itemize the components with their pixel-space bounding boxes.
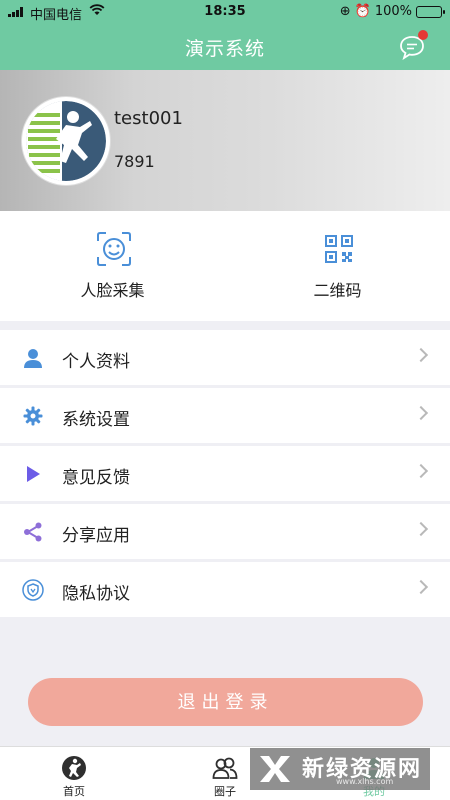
profile-header[interactable]: test001 7891: [0, 70, 450, 211]
menu-item-label: 个人资料: [62, 352, 130, 372]
status-bar: 中国电信 18:35 ⊕ ⏰ 100%: [0, 0, 450, 24]
qr-code-button[interactable]: 二维码: [225, 211, 450, 321]
menu-item-profile[interactable]: 个人资料: [0, 330, 450, 385]
settings-menu: 个人资料 系统设置 意见反馈 分享应用 隐私协议: [0, 330, 450, 620]
quick-actions: 人脸采集 二维码: [0, 211, 450, 321]
avatar[interactable]: [22, 97, 110, 185]
battery-percent: 100%: [374, 4, 412, 19]
nav-bar: 演示系统: [0, 24, 450, 70]
alarm-icon: ⏰: [354, 4, 371, 19]
menu-item-label: 系统设置: [62, 410, 130, 430]
menu-item-privacy[interactable]: 隐私协议: [0, 562, 450, 617]
people-icon: [212, 757, 238, 779]
chevron-right-icon: [413, 463, 429, 479]
share-icon: [24, 522, 42, 542]
face-capture-button[interactable]: 人脸采集: [0, 211, 225, 321]
chevron-right-icon: [413, 521, 429, 537]
notification-dot: [418, 30, 428, 40]
person-icon: [24, 349, 42, 368]
menu-item-feedback[interactable]: 意见反馈: [0, 446, 450, 501]
battery-icon: [416, 5, 445, 18]
qr-code-icon: [325, 235, 353, 263]
chevron-right-icon: [413, 579, 429, 595]
menu-item-settings[interactable]: 系统设置: [0, 388, 450, 443]
play-triangle-icon: [27, 466, 40, 482]
shield-icon: [22, 579, 44, 601]
face-capture-label: 人脸采集: [80, 281, 145, 300]
watermark-url: www.xlhs.com: [336, 777, 394, 786]
tab-label: 首页: [63, 785, 85, 798]
username: test001: [114, 108, 183, 129]
page-title: 演示系统: [184, 38, 265, 60]
menu-item-label: 意见反馈: [62, 468, 130, 488]
gear-icon: [23, 406, 43, 426]
menu-item-label: 分享应用: [62, 526, 130, 546]
logout-button[interactable]: 退出登录: [28, 678, 423, 726]
tab-home[interactable]: 首页: [24, 751, 124, 799]
runner-logo-icon: [26, 101, 106, 181]
qr-code-label: 二维码: [313, 281, 362, 300]
face-scan-icon: [97, 232, 131, 266]
user-id: 7891: [114, 152, 155, 171]
watermark-logo-icon: [260, 756, 290, 782]
rotation-lock-icon: ⊕: [339, 4, 351, 19]
chevron-right-icon: [413, 405, 429, 421]
watermark: 新绿资源网 www.xlhs.com: [250, 748, 430, 790]
menu-item-share[interactable]: 分享应用: [0, 504, 450, 559]
runner-icon: [62, 756, 86, 780]
chevron-right-icon: [413, 347, 429, 363]
menu-item-label: 隐私协议: [62, 584, 130, 604]
